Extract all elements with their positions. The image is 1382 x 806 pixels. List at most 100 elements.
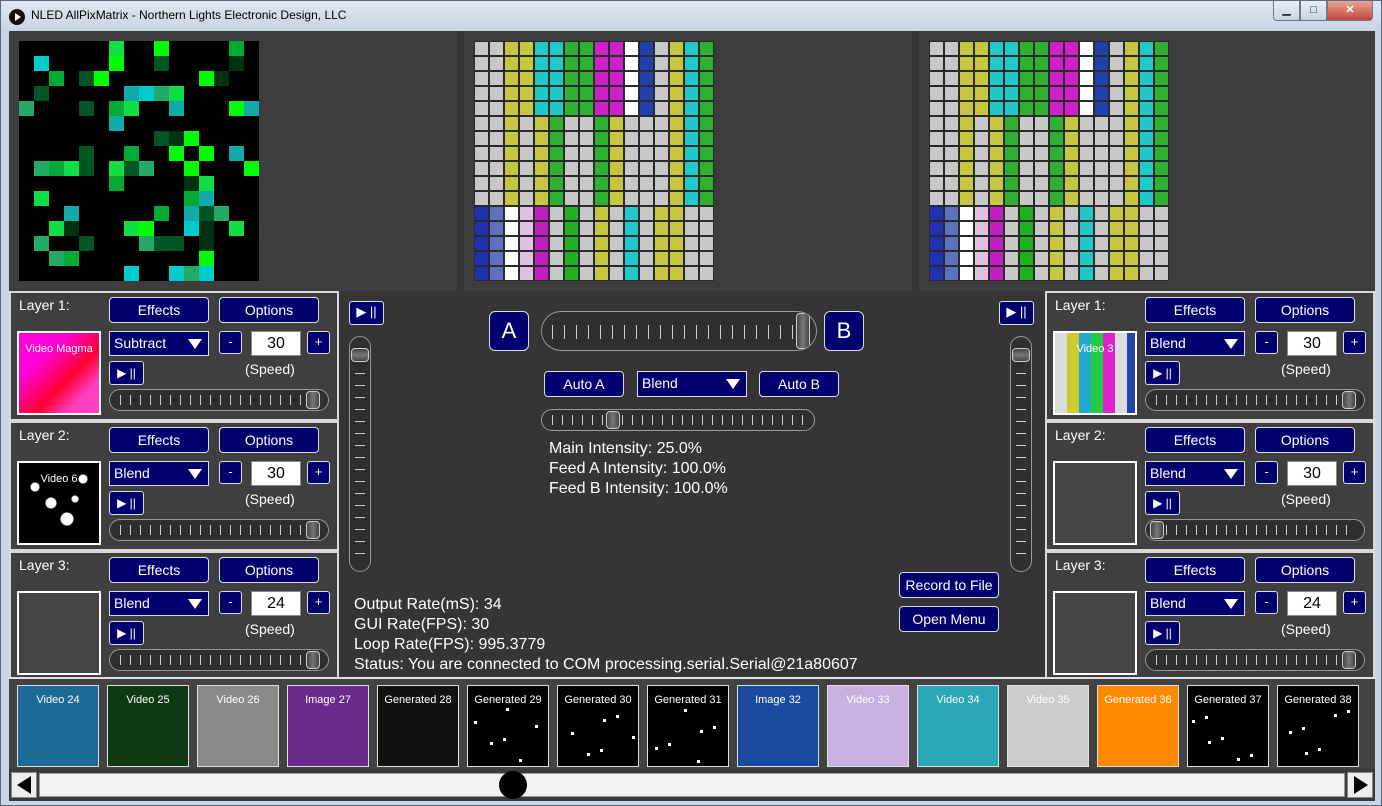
main-intensity-thumb[interactable]: [606, 411, 620, 429]
blend-mode-select[interactable]: Blend: [1145, 331, 1245, 356]
speed-decrease-button[interactable]: -: [219, 591, 242, 614]
layer-speed-slider[interactable]: [1145, 649, 1365, 671]
clip-thumbnail[interactable]: Image 32: [737, 685, 819, 767]
speed-decrease-button[interactable]: -: [219, 331, 242, 354]
effects-button[interactable]: Effects: [1145, 427, 1245, 453]
layer-play-button[interactable]: ▶ ||: [109, 621, 144, 645]
options-button[interactable]: Options: [219, 557, 319, 583]
minimize-button[interactable]: ▁: [1273, 1, 1300, 21]
effects-button[interactable]: Effects: [109, 557, 209, 583]
speed-decrease-button[interactable]: -: [1255, 331, 1278, 354]
options-button[interactable]: Options: [1255, 297, 1355, 323]
layer-play-button[interactable]: ▶ ||: [1145, 491, 1180, 515]
blend-mode-select[interactable]: Blend: [109, 591, 209, 616]
clip-thumbnail[interactable]: Generated 38: [1277, 685, 1359, 767]
speed-input[interactable]: 30: [1287, 461, 1337, 486]
maximize-button[interactable]: □: [1300, 1, 1327, 21]
layer-play-button[interactable]: ▶ ||: [109, 491, 144, 515]
clip-thumbnail[interactable]: Generated 29: [467, 685, 549, 767]
layer-speed-slider-thumb[interactable]: [1150, 521, 1164, 539]
scroll-right-arrow-icon[interactable]: [1347, 772, 1373, 798]
scroll-left-arrow-icon[interactable]: [11, 772, 37, 798]
feed-b-select-button[interactable]: B: [824, 311, 864, 351]
clip-thumbnail[interactable]: Video 33: [827, 685, 909, 767]
record-to-file-button[interactable]: Record to File: [899, 572, 999, 598]
blend-mode-select[interactable]: Subtract: [109, 331, 209, 356]
clip-thumbnail[interactable]: Generated 28: [377, 685, 459, 767]
auto-b-button[interactable]: Auto B: [759, 371, 839, 397]
feed-a-fader[interactable]: [349, 336, 371, 572]
layer-speed-slider[interactable]: [109, 519, 329, 541]
layer-speed-slider[interactable]: [109, 389, 329, 411]
layer-thumbnail[interactable]: Video Magma: [17, 331, 101, 415]
effects-button[interactable]: Effects: [109, 297, 209, 323]
clip-thumbnail[interactable]: Generated 31: [647, 685, 729, 767]
speed-increase-button[interactable]: +: [1343, 331, 1366, 354]
effects-button[interactable]: Effects: [1145, 297, 1245, 323]
options-button[interactable]: Options: [1255, 557, 1355, 583]
auto-a-button[interactable]: Auto A: [544, 371, 624, 397]
speed-input[interactable]: 24: [1287, 591, 1337, 616]
blend-mode-select[interactable]: Blend: [109, 461, 209, 486]
clip-thumbnail[interactable]: Generated 36: [1097, 685, 1179, 767]
clip-thumbnail[interactable]: Video 26: [197, 685, 279, 767]
layer-speed-slider-thumb[interactable]: [306, 651, 320, 669]
feed-a-select-button[interactable]: A: [489, 311, 529, 351]
layer-thumbnail[interactable]: [17, 591, 101, 675]
feed-b-play-button[interactable]: ▶ ||: [999, 301, 1034, 325]
clip-thumbnail[interactable]: Generated 30: [557, 685, 639, 767]
effects-button[interactable]: Effects: [1145, 557, 1245, 583]
clip-thumbnail[interactable]: Video 25: [107, 685, 189, 767]
speed-input[interactable]: 30: [251, 331, 301, 356]
clip-thumbnail[interactable]: Video 24: [17, 685, 99, 767]
options-button[interactable]: Options: [219, 297, 319, 323]
speed-increase-button[interactable]: +: [307, 331, 330, 354]
layer-speed-slider[interactable]: [109, 649, 329, 671]
speed-decrease-button[interactable]: -: [1255, 461, 1278, 484]
effects-button[interactable]: Effects: [109, 427, 209, 453]
speed-increase-button[interactable]: +: [1343, 591, 1366, 614]
pixel-cell: [549, 251, 564, 266]
clip-thumbnail[interactable]: Generated 37: [1187, 685, 1269, 767]
blend-mode-select[interactable]: Blend: [1145, 461, 1245, 486]
layer-speed-slider-thumb[interactable]: [1342, 391, 1356, 409]
feed-a-play-button[interactable]: ▶ ||: [349, 301, 384, 325]
feed-b-fader-thumb[interactable]: [1012, 348, 1030, 362]
layer-speed-slider-thumb[interactable]: [1342, 651, 1356, 669]
layer-speed-slider-thumb[interactable]: [306, 521, 320, 539]
layer-thumbnail[interactable]: [1053, 591, 1137, 675]
layer-play-button[interactable]: ▶ ||: [1145, 361, 1180, 385]
clip-thumbnail[interactable]: Image 27: [287, 685, 369, 767]
layer-play-button[interactable]: ▶ ||: [109, 361, 144, 385]
speed-increase-button[interactable]: +: [1343, 461, 1366, 484]
speed-increase-button[interactable]: +: [307, 591, 330, 614]
speed-decrease-button[interactable]: -: [219, 461, 242, 484]
speed-increase-button[interactable]: +: [307, 461, 330, 484]
crossfader-thumb[interactable]: [796, 313, 810, 349]
layer-speed-slider[interactable]: [1145, 389, 1365, 411]
blend-mode-select[interactable]: Blend: [1145, 591, 1245, 616]
scroll-track[interactable]: [39, 773, 1345, 797]
main-intensity-slider[interactable]: [541, 409, 815, 431]
feed-b-fader[interactable]: [1010, 336, 1032, 572]
layer-thumbnail[interactable]: [1053, 461, 1137, 545]
layer-play-button[interactable]: ▶ ||: [1145, 621, 1180, 645]
clip-thumbnail[interactable]: Video 34: [917, 685, 999, 767]
layer-thumbnail[interactable]: Video 3: [1053, 331, 1137, 415]
close-button[interactable]: ✕: [1327, 1, 1373, 21]
options-button[interactable]: Options: [1255, 427, 1355, 453]
speed-input[interactable]: 24: [251, 591, 301, 616]
layer-speed-slider-thumb[interactable]: [306, 391, 320, 409]
options-button[interactable]: Options: [219, 427, 319, 453]
layer-speed-slider[interactable]: [1145, 519, 1365, 541]
clip-thumbnail[interactable]: Video 35: [1007, 685, 1089, 767]
scroll-thumb[interactable]: [499, 771, 527, 799]
speed-decrease-button[interactable]: -: [1255, 591, 1278, 614]
layer-thumbnail[interactable]: Video 6: [17, 461, 101, 545]
crossfader-slider[interactable]: [541, 311, 817, 351]
mix-mode-select[interactable]: Blend: [637, 371, 747, 397]
speed-input[interactable]: 30: [251, 461, 301, 486]
speed-input[interactable]: 30: [1287, 331, 1337, 356]
open-menu-button[interactable]: Open Menu: [899, 606, 999, 632]
feed-a-fader-thumb[interactable]: [351, 348, 369, 362]
